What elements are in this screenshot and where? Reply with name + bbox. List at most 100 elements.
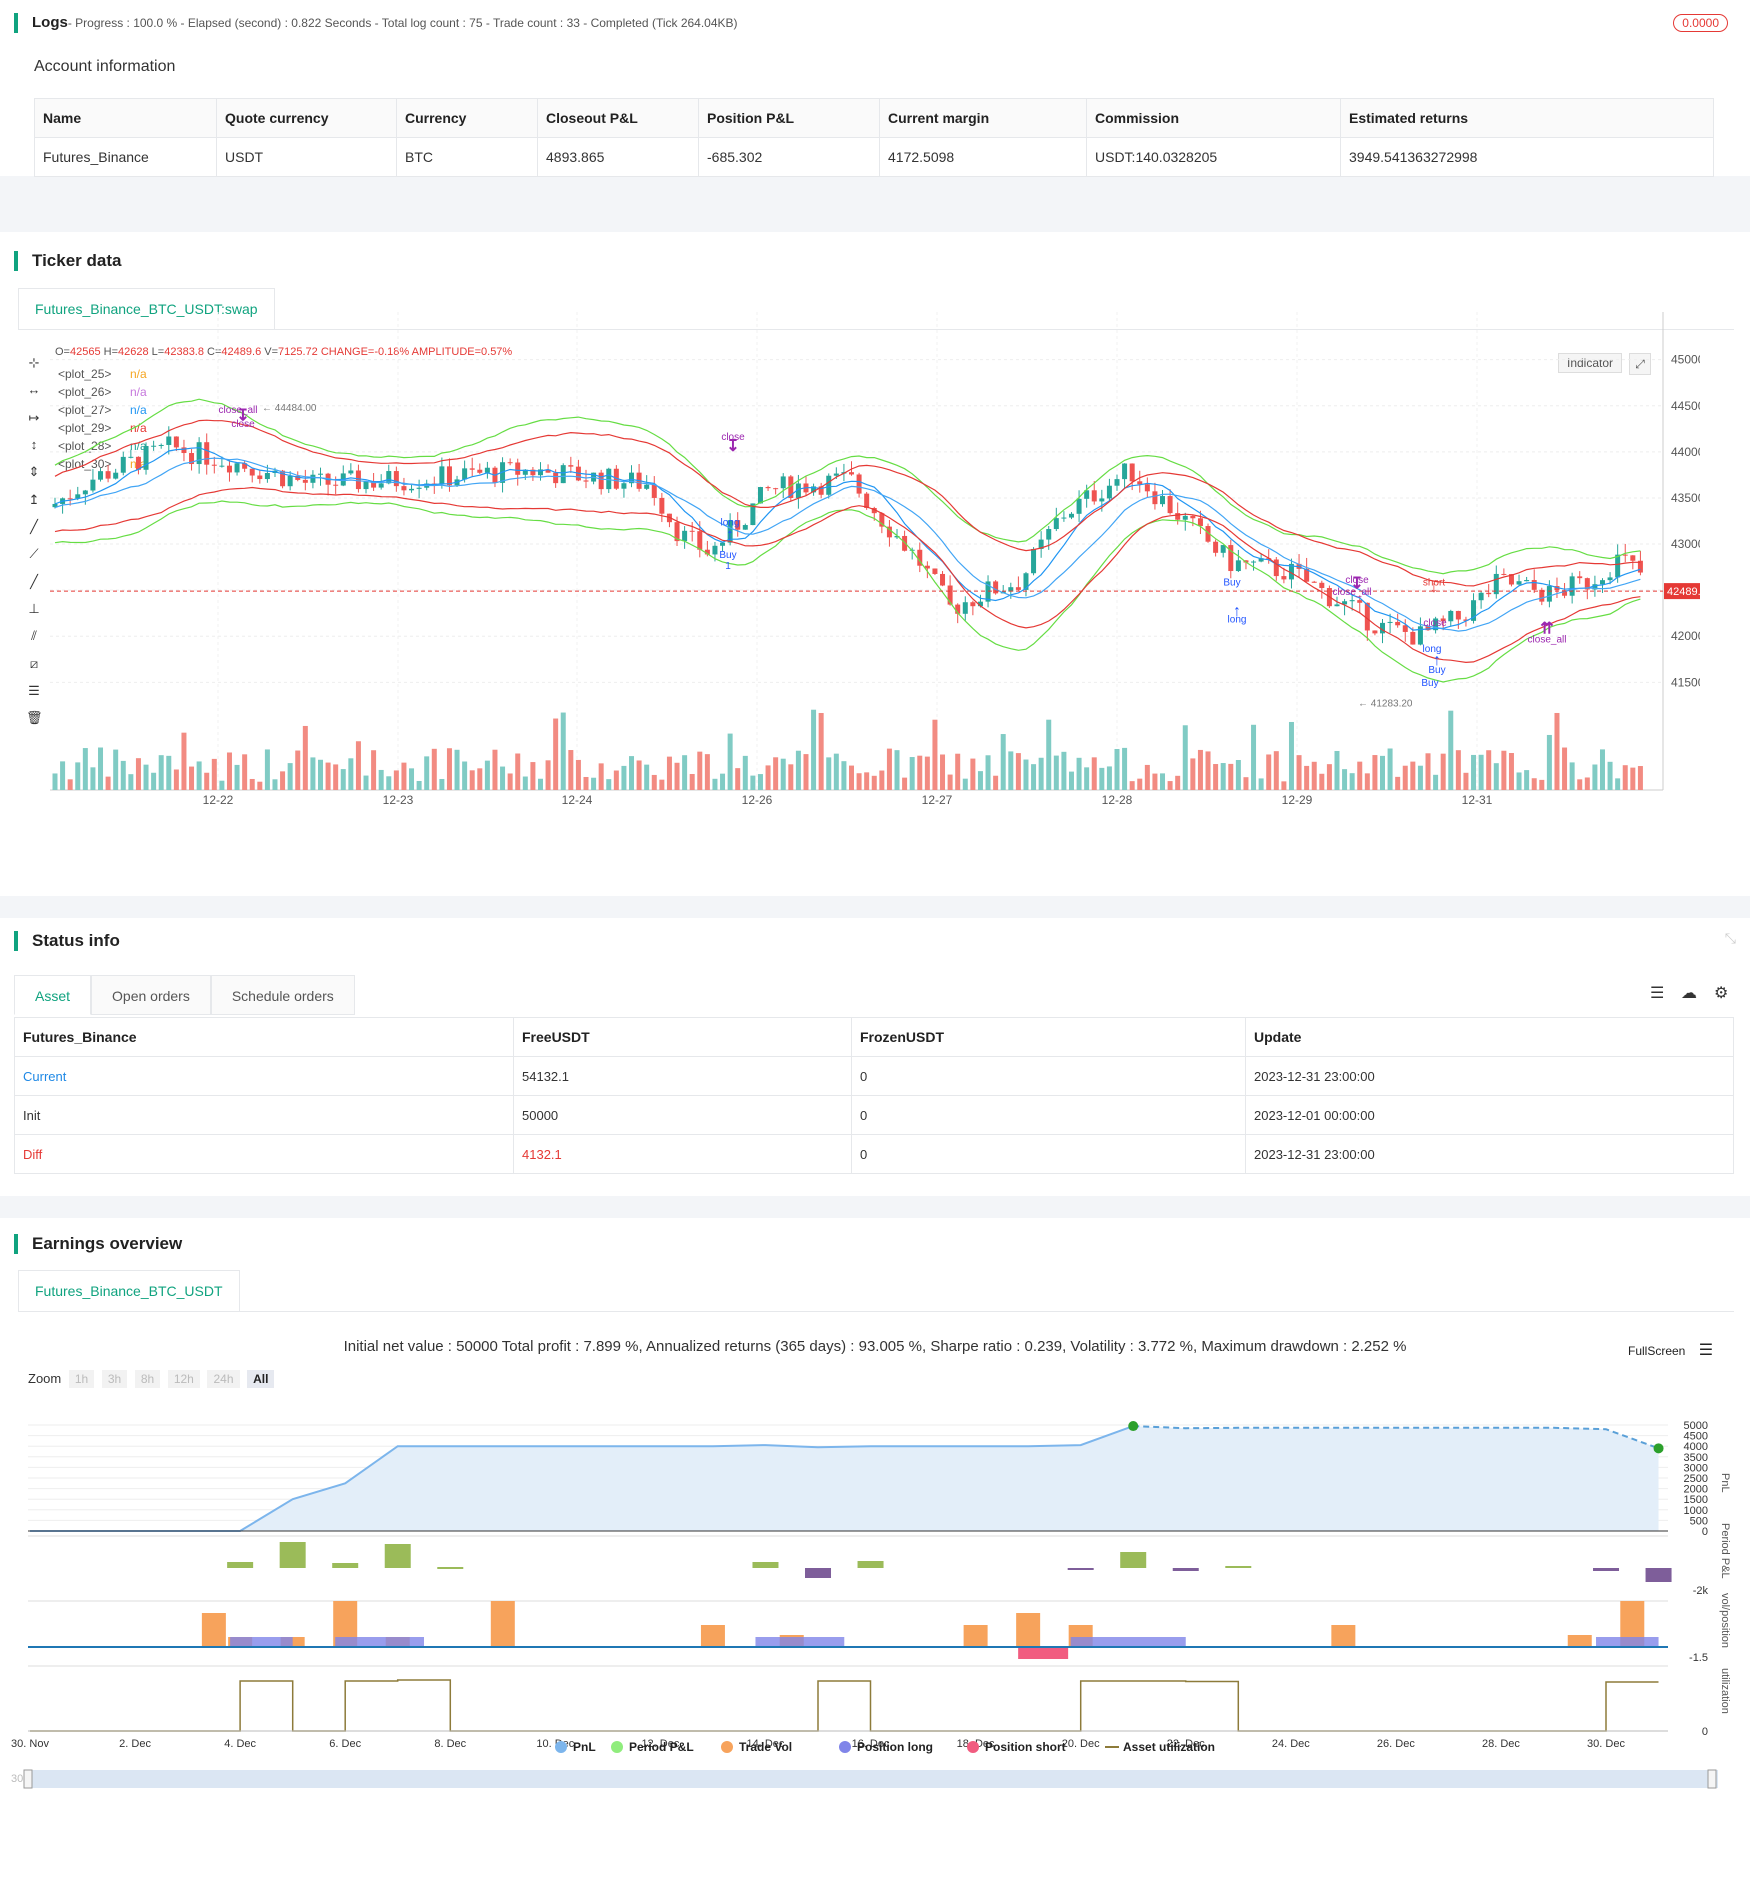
position-long-bar xyxy=(1596,1637,1659,1647)
price-tick: 45000.00 xyxy=(1671,353,1700,367)
date-tick: 12-27 xyxy=(922,793,953,807)
tab-earnings-pair[interactable]: Futures_Binance_BTC_USDT xyxy=(18,1270,240,1311)
volume-bar xyxy=(644,764,650,790)
zoom-1h[interactable]: 1h xyxy=(68,1370,95,1388)
volume-bar xyxy=(181,732,187,790)
zoom-3h[interactable]: 3h xyxy=(101,1370,128,1388)
volume-bar xyxy=(257,781,263,790)
candle-body xyxy=(621,483,627,489)
volume-bar xyxy=(340,769,346,790)
legend-swatch xyxy=(555,1741,567,1753)
fullscreen-button[interactable]: FullScreen ☰ xyxy=(1628,1340,1713,1360)
volume-bar xyxy=(1592,764,1598,790)
acct-h-margin: Current margin xyxy=(879,98,1087,138)
volume-bar xyxy=(659,779,665,790)
volume-bar xyxy=(1615,778,1621,790)
volume-bar xyxy=(264,749,270,790)
earnings-chart[interactable]: 5000450040003500300025002000150010005000… xyxy=(0,1398,1750,1868)
candle-body xyxy=(1182,515,1188,520)
candle-body xyxy=(1129,463,1135,482)
settings-gear-icon[interactable]: ⚙ xyxy=(1714,983,1728,1003)
volume-bar xyxy=(849,765,854,790)
volume-bar xyxy=(651,774,657,790)
download-icon[interactable]: ☁ xyxy=(1681,983,1697,1003)
volume-bar xyxy=(173,769,179,790)
zoom-8h[interactable]: 8h xyxy=(134,1370,161,1388)
volume-bar xyxy=(947,774,953,790)
volume-bar xyxy=(1463,772,1469,790)
x-tick: 30. Dec xyxy=(1587,1738,1625,1750)
asset-h-exchange: Futures_Binance xyxy=(14,1017,514,1057)
trade-arrow-icon: ↧ xyxy=(1350,575,1363,592)
account-title: Account information xyxy=(34,58,176,75)
candle-body xyxy=(90,479,96,491)
volume-bar xyxy=(363,775,369,790)
candle-body xyxy=(902,535,908,551)
period-pnl-bar xyxy=(857,1561,884,1568)
candle-body xyxy=(1251,561,1257,563)
price-tick: 42000.00 xyxy=(1671,629,1700,643)
volume-bar xyxy=(1372,755,1378,790)
collapse-icon[interactable]: ⤡ xyxy=(1725,930,1736,947)
period-pnl-bar xyxy=(1645,1568,1672,1582)
candle-body xyxy=(1099,498,1105,502)
volume-bar xyxy=(1243,777,1249,790)
volume-bar xyxy=(1205,751,1211,790)
volume-bar xyxy=(1402,765,1408,790)
volume-bar xyxy=(568,750,574,790)
acct-h-position: Position P&L xyxy=(698,98,880,138)
volume-bar xyxy=(1099,767,1105,790)
end-point-marker xyxy=(1653,1443,1664,1454)
volume-bar xyxy=(1281,781,1287,790)
volume-bar xyxy=(1068,771,1074,790)
period-axis-label: Period P&L xyxy=(1719,1523,1731,1579)
position-long-bar xyxy=(230,1637,293,1647)
trade-arrow-icon: ↧ xyxy=(726,438,739,455)
candle-body xyxy=(659,497,665,514)
volume-bar xyxy=(1395,776,1401,790)
legend-item: PnL xyxy=(573,1740,596,1754)
zoom-all[interactable]: All xyxy=(247,1370,275,1388)
trade-vol-bar xyxy=(201,1613,226,1647)
candle-body xyxy=(1137,481,1143,485)
candle-body xyxy=(1311,581,1317,583)
volume-bar xyxy=(780,758,786,790)
zoom-24h[interactable]: 24h xyxy=(207,1370,240,1388)
asset-current-free: 54132.1 xyxy=(513,1056,852,1096)
tab-schedule-orders[interactable]: Schedule orders xyxy=(210,975,355,1015)
volume-bar xyxy=(310,757,316,790)
tab-asset[interactable]: Asset xyxy=(14,975,92,1015)
menu-icon[interactable]: ☰ xyxy=(1699,1342,1713,1359)
candle-body xyxy=(1372,630,1378,634)
volume-bar xyxy=(1342,769,1348,790)
volume-bar xyxy=(1015,753,1021,790)
volume-bar xyxy=(280,771,286,790)
legend-swatch xyxy=(839,1741,851,1753)
candle-body xyxy=(720,542,726,546)
volume-bar xyxy=(1213,764,1219,790)
candle-body xyxy=(849,472,854,475)
x-tick: 26. Dec xyxy=(1377,1738,1415,1750)
volume-bar xyxy=(1084,767,1090,790)
candle-body xyxy=(864,493,870,509)
ma-line-fast xyxy=(54,447,1641,631)
volume-bar xyxy=(1091,757,1097,790)
volume-bar xyxy=(962,778,968,790)
utilization-line xyxy=(30,1679,1659,1732)
volume-bar xyxy=(530,762,536,790)
zoom-12h[interactable]: 12h xyxy=(167,1370,200,1388)
candle-body xyxy=(515,462,521,475)
kline-chart[interactable]: 45000.00 44500.00 44000.00 43500.00 43000.00… xyxy=(0,232,1700,852)
volume-bar xyxy=(166,755,172,790)
candle-body xyxy=(833,473,839,476)
trade-arrow-icon: ↑ xyxy=(1433,652,1441,669)
volume-bar xyxy=(924,756,930,790)
candle-body xyxy=(446,466,452,486)
volume-bar xyxy=(1425,753,1431,790)
tab-open-orders[interactable]: Open orders xyxy=(91,975,211,1015)
status-title: Status info xyxy=(14,931,120,951)
acct-h-returns: Estimated returns xyxy=(1340,98,1714,138)
earnings-section: Earnings overview Futures_Binance_BTC_US… xyxy=(0,1218,1750,1891)
list-icon[interactable]: ☰ xyxy=(1650,983,1664,1003)
candle-body xyxy=(1015,587,1021,590)
